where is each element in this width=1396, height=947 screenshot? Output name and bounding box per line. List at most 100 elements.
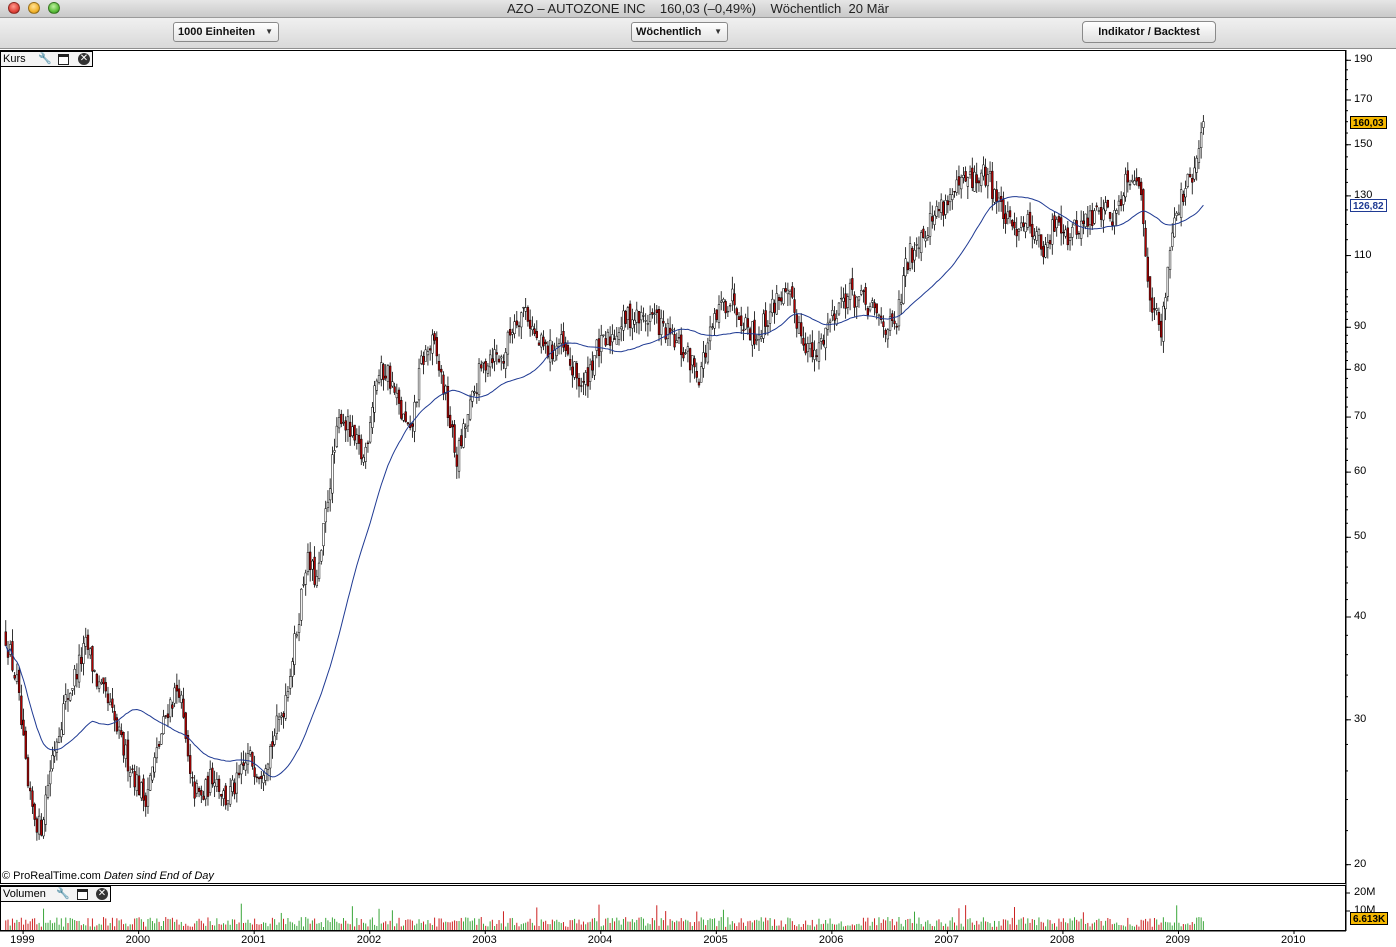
candle-body	[360, 438, 363, 460]
candle-body	[653, 313, 656, 315]
candle-body	[584, 372, 587, 385]
candle-body	[211, 767, 214, 785]
candle-body	[1046, 241, 1049, 248]
candle-body	[71, 688, 74, 691]
candle-body	[1148, 276, 1152, 301]
candle-body	[1057, 216, 1061, 223]
candle-body	[693, 358, 696, 368]
candle-body	[142, 778, 145, 801]
y-tick-label: 170	[1354, 93, 1373, 106]
candle-body	[560, 334, 563, 344]
candle-body	[1015, 229, 1018, 237]
candle-body	[1088, 210, 1092, 226]
candle-body	[17, 669, 21, 693]
candle-body	[371, 407, 374, 428]
candle-body	[1020, 222, 1023, 228]
x-tick-label: 2005	[703, 934, 728, 946]
candle-body	[917, 247, 921, 250]
candle-body	[57, 736, 61, 743]
candle-body	[1037, 229, 1041, 236]
candle-body	[77, 654, 81, 683]
candle-body	[615, 335, 618, 345]
candle-body	[484, 361, 487, 371]
candle-body	[753, 319, 756, 345]
candle-body	[766, 325, 770, 327]
candle-body	[1137, 177, 1141, 187]
candle-body	[588, 364, 592, 382]
candle-body	[822, 340, 825, 345]
candle-body	[202, 795, 205, 800]
candle-body	[433, 333, 436, 341]
candle-body	[1157, 312, 1161, 325]
candle-body	[349, 421, 352, 437]
candle-body	[851, 278, 854, 290]
candle-body	[933, 214, 936, 225]
candle-body	[1095, 205, 1098, 208]
candle-body	[53, 750, 56, 757]
candle-body	[984, 166, 987, 186]
candle-body	[157, 744, 161, 747]
candle-body	[602, 334, 605, 336]
candle-body	[695, 371, 698, 378]
candle-body	[737, 316, 741, 320]
candle-body	[1117, 200, 1121, 207]
candle-body	[300, 588, 303, 621]
candle-body	[902, 275, 905, 304]
price-chart[interactable]	[0, 0, 1396, 947]
candle-body	[511, 332, 514, 335]
candle-body	[622, 310, 625, 331]
x-tick-label: 1999	[10, 934, 35, 946]
candle-body	[951, 194, 954, 200]
candle-body	[322, 523, 325, 547]
candle-body	[246, 753, 250, 765]
candle-body	[746, 318, 750, 328]
candle-body	[284, 695, 287, 719]
candle-body	[806, 343, 810, 352]
candle-body	[988, 171, 992, 174]
candle-body	[800, 322, 803, 337]
x-tick-label: 2008	[1049, 934, 1075, 946]
candle-body	[304, 572, 307, 585]
candle-body	[420, 355, 423, 364]
candle-body	[711, 326, 714, 328]
candle-body	[831, 310, 834, 316]
candle-body	[768, 311, 772, 324]
last-price-badge: 160,03	[1350, 115, 1387, 129]
candle-body	[37, 815, 41, 835]
candle-body	[506, 331, 510, 355]
x-tick-label: 2007	[934, 934, 959, 946]
candle-body	[731, 288, 734, 302]
candle-body	[453, 424, 456, 453]
candle-body	[446, 386, 450, 418]
candle-body	[135, 774, 139, 791]
candle-body	[386, 365, 390, 382]
candle-body	[755, 339, 758, 341]
candle-body	[857, 296, 861, 301]
candle-body	[1064, 229, 1067, 237]
candle-body	[1000, 195, 1003, 202]
y-tick-label: 70	[1354, 410, 1367, 423]
candle-body	[473, 391, 476, 394]
candle-body	[175, 684, 179, 692]
candle-body	[1051, 219, 1054, 245]
candle-body	[782, 288, 785, 304]
candle-body	[1173, 217, 1176, 238]
candle-body	[1062, 231, 1065, 234]
candle-body	[455, 454, 458, 467]
candle-body	[795, 314, 798, 329]
candle-body	[375, 380, 378, 391]
candle-body	[495, 352, 498, 355]
candle-body	[1017, 228, 1021, 232]
candle-body	[617, 332, 621, 340]
candle-body	[217, 778, 221, 792]
candle-body	[1075, 220, 1078, 235]
candle-body	[29, 787, 32, 792]
candle-body	[673, 333, 676, 348]
candle-body	[862, 290, 865, 292]
candle-body	[1115, 210, 1118, 214]
candle-body	[700, 366, 703, 383]
candle-body	[735, 308, 738, 316]
x-tick-label: 2009	[1165, 934, 1190, 946]
candle-body	[395, 392, 398, 399]
candle-body	[964, 171, 967, 182]
